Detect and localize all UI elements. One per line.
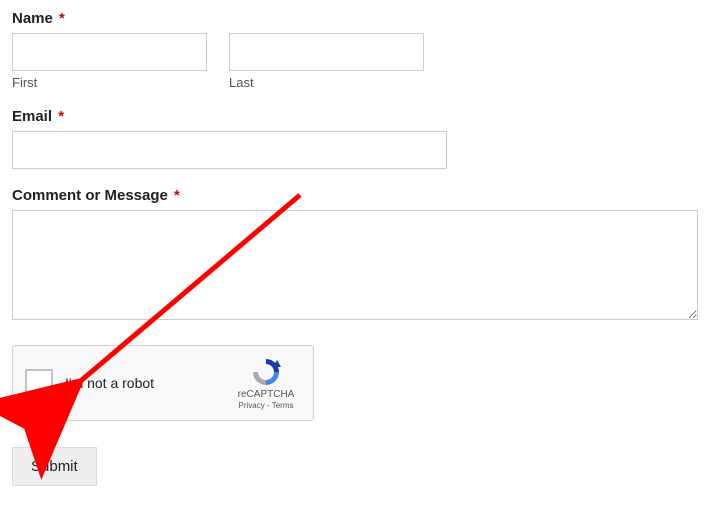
recaptcha-brand: reCAPTCHA: [238, 389, 295, 400]
recaptcha-links: Privacy - Terms: [239, 401, 294, 410]
recaptcha-branding: reCAPTCHA Privacy - Terms: [231, 356, 301, 410]
recaptcha-checkbox[interactable]: [25, 369, 53, 397]
message-label-text: Comment or Message: [12, 187, 168, 204]
email-input[interactable]: [12, 131, 447, 169]
name-field: Name * First Last: [12, 10, 700, 90]
last-name-input[interactable]: [229, 33, 424, 71]
name-row: First Last: [12, 33, 700, 90]
submit-button[interactable]: Submit: [12, 447, 97, 486]
name-required-mark: *: [59, 10, 65, 27]
email-label-text: Email: [12, 108, 52, 125]
recaptcha-widget: I'm not a robot reCAPTCHA Privacy - Term…: [12, 345, 314, 421]
name-label-text: Name: [12, 10, 53, 27]
recaptcha-text: I'm not a robot: [65, 375, 231, 391]
recaptcha-link-sep: -: [265, 401, 272, 410]
message-label: Comment or Message *: [12, 187, 700, 204]
first-name-col: First: [12, 33, 207, 90]
first-name-sublabel: First: [12, 75, 207, 90]
recaptcha-privacy-link[interactable]: Privacy: [239, 401, 265, 410]
message-textarea[interactable]: [12, 210, 698, 320]
message-required-mark: *: [174, 187, 180, 204]
recaptcha-terms-link[interactable]: Terms: [272, 401, 294, 410]
email-required-mark: *: [58, 108, 64, 125]
email-label: Email *: [12, 108, 700, 125]
message-field: Comment or Message *: [12, 187, 700, 323]
last-name-sublabel: Last: [229, 75, 424, 90]
last-name-col: Last: [229, 33, 424, 90]
first-name-input[interactable]: [12, 33, 207, 71]
name-label: Name *: [12, 10, 700, 27]
recaptcha-logo-icon: [250, 356, 282, 388]
email-field: Email *: [12, 108, 700, 169]
